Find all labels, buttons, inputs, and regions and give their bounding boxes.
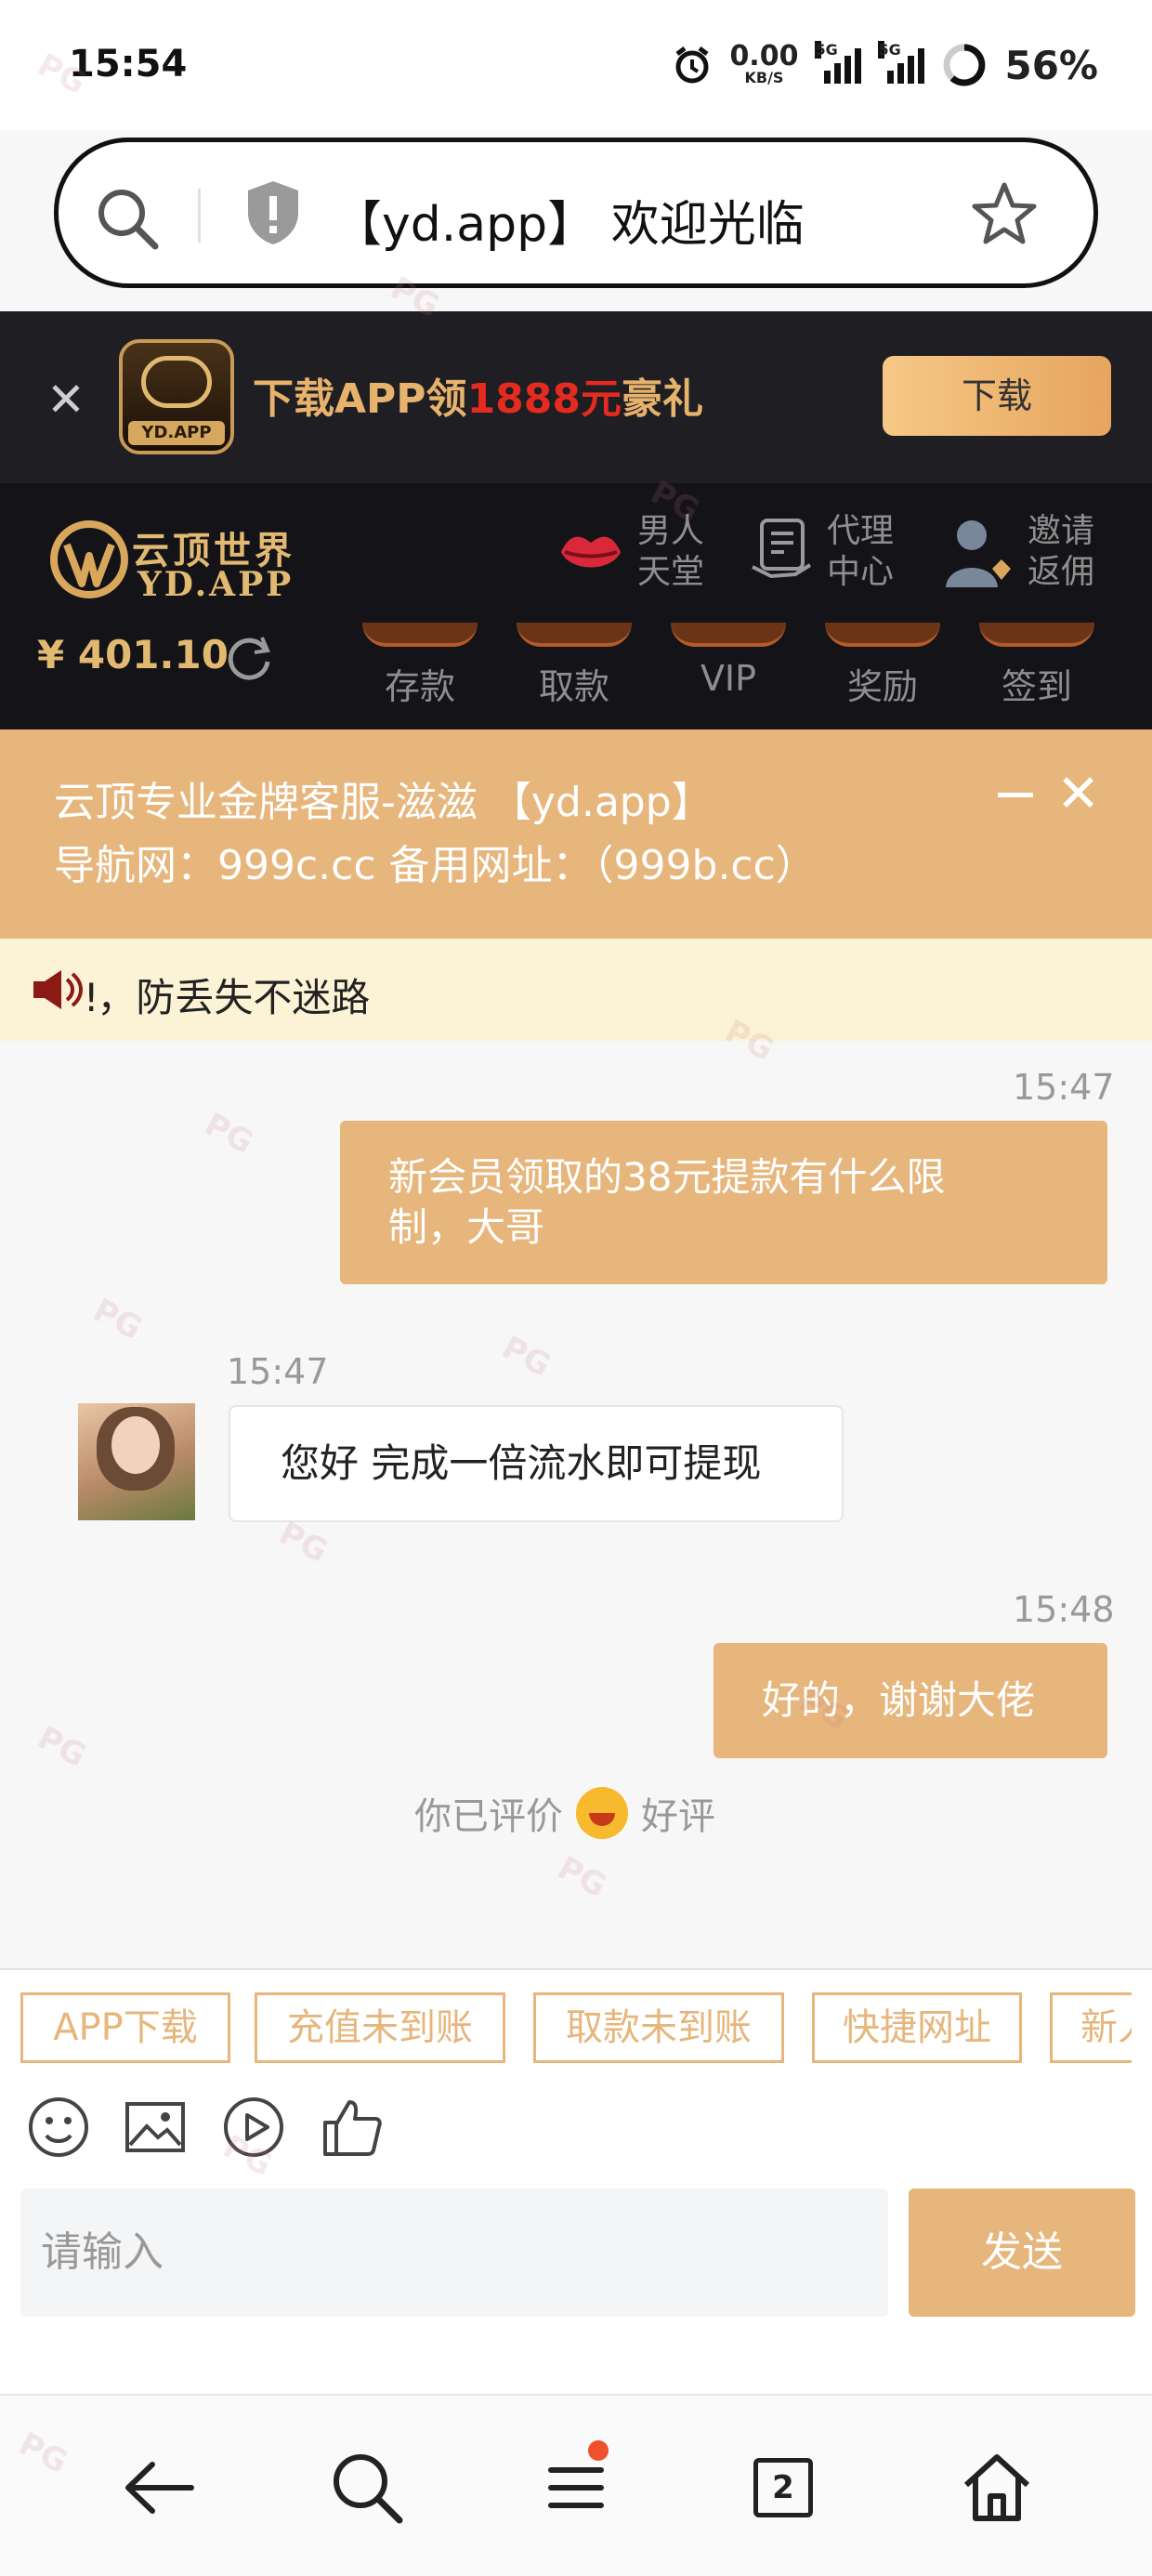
message-time: 15:48 [1013,1589,1115,1630]
message-bubble-outgoing: 好的，谢谢大佬 [713,1643,1107,1758]
close-icon[interactable]: ✕ [46,376,85,423]
balance-amount: ¥ 401.10 [37,632,229,677]
announcement-marquee: ǃ，防丢失不迷路 [0,939,1152,1041]
user-diamond-icon [946,520,1011,587]
header-link-mens-paradise[interactable]: 男人 天堂 [557,511,712,593]
signal-icon: 5G [815,41,862,84]
battery-percent: 56% [1004,42,1098,88]
net-speed: 0.00 KB/S [729,40,799,86]
speaker-icon [33,970,83,1009]
laughing-emoji-icon [576,1787,628,1839]
lips-icon [561,536,621,568]
search-icon[interactable] [94,185,161,252]
app-badge: YD.APP [128,421,225,445]
support-notice: 云顶专业金牌客服-滋滋 【yd.app】 导航网：999c.cc 备用网址：（9… [0,729,1152,939]
address-bar[interactable]: 【yd.app】 欢迎光临 [54,138,1098,288]
tab-withdraw[interactable]: 取款 [517,623,632,709]
message-bubble-incoming: 您好 完成一倍流水即可提现 [229,1405,844,1522]
tab-vip[interactable]: VIP [671,623,786,699]
menu-button[interactable] [534,2440,618,2530]
logo-subtext: YD.APP [137,565,295,604]
marquee-text: ǃ，防丢失不迷路 [85,975,371,1020]
alarm-icon [675,46,709,84]
notification-dot [588,2440,609,2461]
shield-warning-icon[interactable] [242,177,304,248]
home-icon[interactable] [955,2446,1039,2530]
message-time: 15:47 [227,1351,329,1392]
minimize-icon[interactable] [998,793,1033,797]
header-link-agent-center[interactable]: 代理 中心 [749,511,901,593]
star-icon[interactable] [967,177,1041,252]
cards-logo [141,356,212,408]
quick-reply-quick-links[interactable]: 快捷网址 [812,1992,1022,2063]
signal-icon: 5G [878,41,925,84]
image-icon[interactable] [123,2095,188,2160]
page-title[interactable]: 【yd.app】 欢迎光临 [334,185,805,255]
quick-replies: APP下载 充值未到账 取款未到账 快捷网址 新人 [20,1992,1132,2063]
message-bubble-outgoing: 新会员领取的38元提款有什么限 制，大哥 [340,1121,1107,1284]
download-button[interactable]: 下载 [883,356,1111,436]
emoji-icon[interactable] [26,2095,91,2160]
logo-icon [50,520,128,598]
tab-checkin[interactable]: 签到 [979,623,1094,709]
chat-history: 15:47 新会员领取的38元提款有什么限 制，大哥 15:47 您好 完成一倍… [0,1041,1152,1968]
notice-line-2: 导航网：999c.cc 备用网址：（999b.cc） [54,842,817,889]
quick-reply-withdraw-missing[interactable]: 取款未到账 [533,1992,784,2063]
quick-reply-newbie[interactable]: 新人 [1050,1992,1132,2063]
quick-reply-deposit-missing[interactable]: 充值未到账 [255,1992,505,2063]
notice-line-1: 云顶专业金牌客服-滋滋 【yd.app】 [54,779,713,826]
refresh-icon[interactable] [225,634,273,682]
handshake-doc-icon [752,519,812,579]
status-time: 15:54 [69,43,188,85]
divider [198,189,201,243]
thumbs-up-icon[interactable] [320,2095,385,2160]
download-promo-text: 下载APP领1888元豪礼 [253,375,704,423]
tab-rewards[interactable]: 奖励 [825,623,940,709]
header-link-invite-rebate[interactable]: 邀请 返佣 [940,511,1102,593]
close-icon[interactable]: ✕ [1056,767,1100,822]
browser-nav-bar: 2 [0,2394,1152,2576]
menu-icon [548,2467,604,2508]
agent-avatar [78,1403,195,1520]
rating-status: 你已评价 好评 [414,1786,715,1840]
battery-icon [943,44,986,86]
download-banner: ✕ YD.APP 下载APP领1888元豪礼 下载 [0,311,1152,483]
back-icon[interactable] [117,2446,201,2530]
tab-count: 2 [753,2458,813,2517]
send-button[interactable]: 发送 [909,2188,1135,2317]
tab-deposit[interactable]: 存款 [362,623,478,709]
composer-panel: APP下载 充值未到账 取款未到账 快捷网址 新人 请输入 发送 [0,1968,1152,2394]
message-time: 15:47 [1013,1067,1115,1108]
status-bar: 15:54 0.00 KB/S 5G 5G 56% [0,0,1152,130]
message-input[interactable]: 请输入 [20,2188,888,2317]
app-icon: YD.APP [119,339,234,454]
site-header: 云顶世界 YD.APP 男人 天堂 代理 中心 邀请 返佣 ¥ 401.10 存款 取… [0,483,1152,729]
tabs-button[interactable]: 2 [741,2446,825,2530]
status-icons: 0.00 KB/S 5G 5G 56% [672,37,1098,93]
quick-reply-app-download[interactable]: APP下载 [20,1992,230,2063]
video-icon[interactable] [221,2095,286,2160]
search-icon[interactable] [325,2446,409,2530]
